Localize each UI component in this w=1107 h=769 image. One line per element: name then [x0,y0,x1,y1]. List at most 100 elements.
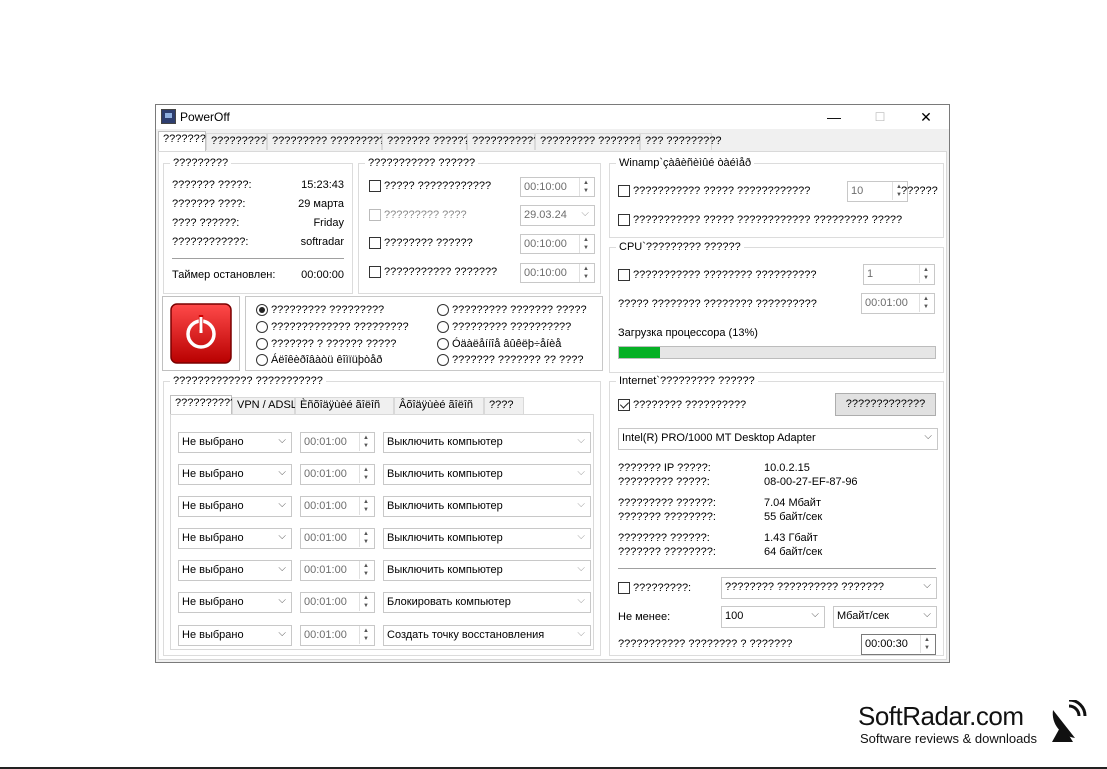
time-spinner[interactable]: 00:01:00 ▲ ▼ [300,432,375,453]
adapter-select[interactable]: Intel(R) PRO/1000 MT Desktop Adapter ⌵ [618,428,938,450]
minimize-button[interactable]: — [811,105,857,129]
spinner-arrows[interactable]: ▲ ▼ [579,178,594,196]
time-spinner[interactable]: 00:01:00 ▲ ▼ [300,528,375,549]
action-select[interactable]: Выключить компьютер ⌵ [383,496,591,517]
info-group-title: ????????? [170,157,232,169]
cpu-label: ??????????? ???????? ?????????? [633,269,817,281]
action-radio[interactable] [256,338,268,350]
spinner-arrows[interactable]: ▲ ▼ [359,465,374,483]
subtab-outgoing[interactable]: Èñõîäÿùèé ãîëîñ [295,397,394,414]
close-button[interactable]: ✕ [903,105,949,129]
timer-checkbox[interactable] [369,237,381,249]
day-select[interactable]: Не выбрано ⌵ [178,464,292,485]
winamp-checkbox[interactable] [618,185,630,197]
current-date-value: 29 марта [298,198,344,210]
received-value: 7.04 Мбайт [764,497,821,509]
subtab-incoming[interactable]: Âõîäÿùèé ãîëîñ [394,397,484,414]
day-select[interactable]: Не выбрано ⌵ [178,592,292,613]
spinner-arrows[interactable]: ▲ ▼ [359,561,374,579]
time-value: 00:01:00 [304,532,347,544]
tab-4[interactable]: ??????? ??????? [382,133,476,150]
cpu-checkbox[interactable] [618,269,630,281]
cpu-time-spinner[interactable]: 00:01:00 ▲ ▼ [861,293,935,314]
winamp-spinner[interactable]: 10 ▲ ▼ [847,181,908,202]
action-radio[interactable] [256,321,268,333]
internet-monitor-checkbox[interactable] [618,399,630,411]
action-radio[interactable] [437,304,449,316]
timer-value: 00:00:00 [301,269,344,281]
duration-spinner[interactable]: 00:00:30 ▲ ▼ [861,634,936,655]
timer-group: ??????????? ?????? ????? ???????????? 00… [358,157,601,294]
internet-action-button[interactable]: ????????????? [835,393,936,416]
timer-checkbox[interactable] [369,266,381,278]
action-radio[interactable] [437,321,449,333]
watermark-title: SoftRadar.com [858,701,1024,731]
timer-time-spinner[interactable]: 00:10:00 ▲ ▼ [520,263,595,283]
spinner-arrows[interactable]: ▲ ▼ [920,635,935,653]
action-select[interactable]: Выключить компьютер ⌵ [383,560,591,581]
power-button-icon[interactable] [163,297,239,370]
time-spinner[interactable]: 00:01:00 ▲ ▼ [300,464,375,485]
spinner-arrows[interactable]: ▲ ▼ [919,294,934,312]
action-select[interactable]: Создать точку восстановления ⌵ [383,625,591,646]
actions-group: ????????? ????????? ????????????? ??????… [245,296,603,371]
stat-label: ???????? ??????: [618,532,710,544]
tab-3[interactable]: ????????? ??????????? [267,133,397,150]
day-select[interactable]: Не выбрано ⌵ [178,625,292,646]
min-value-select[interactable]: 100 ⌵ [721,606,825,628]
action-value: Выключить компьютер [387,436,503,448]
tab-6[interactable]: ????????? ????????? [535,133,653,150]
winamp-checkbox[interactable] [618,214,630,226]
tab-main[interactable]: ??????? [158,131,206,151]
action-radio[interactable] [437,338,449,350]
tab-7[interactable]: ??? ????????? [640,133,721,150]
action-select[interactable]: Выключить компьютер ⌵ [383,464,591,485]
cpu-threshold-spinner[interactable]: 1 ▲ ▼ [863,264,935,285]
spinner-arrows[interactable]: ▲ ▼ [359,593,374,611]
day-select[interactable]: Не выбрано ⌵ [178,496,292,517]
action-radio[interactable] [256,304,268,316]
action-value: Выключить компьютер [387,564,503,576]
subtab-vpn[interactable]: VPN / ADSL [232,397,297,414]
time-spinner[interactable]: 00:01:00 ▲ ▼ [300,496,375,517]
spinner-arrows[interactable]: ▲ ▼ [579,264,594,282]
time-spinner[interactable]: 00:01:00 ▲ ▼ [300,592,375,613]
cpu-load-label: Загрузка процессора (13%) [618,327,758,339]
spinner-value: 00:10:00 [524,238,567,250]
chevron-down-icon: ⌵ [278,467,286,478]
subtab-other[interactable]: ???? [484,397,524,414]
timer-time-spinner[interactable]: 00:10:00 ▲ ▼ [520,177,595,197]
spinner-arrows[interactable]: ▲ ▼ [359,626,374,644]
timer-status-label: Таймер остановлен: [172,269,276,281]
subtab-schedule[interactable]: ?????????? [170,395,236,414]
spinner-arrows[interactable]: ▲ ▼ [359,529,374,547]
spinner-arrows[interactable]: ▲ ▼ [359,497,374,515]
action-radio[interactable] [256,354,268,366]
action-select[interactable]: Выключить компьютер ⌵ [383,432,591,453]
condition-select[interactable]: ???????? ?????????? ??????? ⌵ [721,577,937,599]
action-select[interactable]: Блокировать компьютер ⌵ [383,592,591,613]
maximize-button[interactable]: ☐ [857,105,903,129]
date-checkbox[interactable] [369,209,381,221]
date-picker[interactable]: 29.03.24 ⌵ [520,205,595,226]
spinner-arrows[interactable]: ▲ ▼ [359,433,374,451]
spinner-arrows[interactable]: ▲ ▼ [919,265,934,283]
time-spinner[interactable]: 00:01:00 ▲ ▼ [300,560,375,581]
action-radio[interactable] [437,354,449,366]
divider [618,568,936,569]
unit-select[interactable]: Мбайт/сек ⌵ [833,606,937,628]
condition-checkbox[interactable] [618,582,630,594]
timer-time-spinner[interactable]: 00:10:00 ▲ ▼ [520,234,595,254]
tab-5[interactable]: ??????????? [467,133,539,150]
action-select[interactable]: Выключить компьютер ⌵ [383,528,591,549]
time-value: 00:01:00 [304,436,347,448]
day-select[interactable]: Не выбрано ⌵ [178,432,292,453]
time-spinner[interactable]: 00:01:00 ▲ ▼ [300,625,375,646]
timer-checkbox[interactable] [369,180,381,192]
chevron-down-icon: ⌵ [577,595,585,606]
cpu-group-title: CPU`????????? ?????? [616,241,744,253]
day-select[interactable]: Не выбрано ⌵ [178,560,292,581]
spinner-arrows[interactable]: ▲ ▼ [579,235,594,253]
tab-2[interactable]: ?????????? [206,133,272,150]
day-select[interactable]: Не выбрано ⌵ [178,528,292,549]
